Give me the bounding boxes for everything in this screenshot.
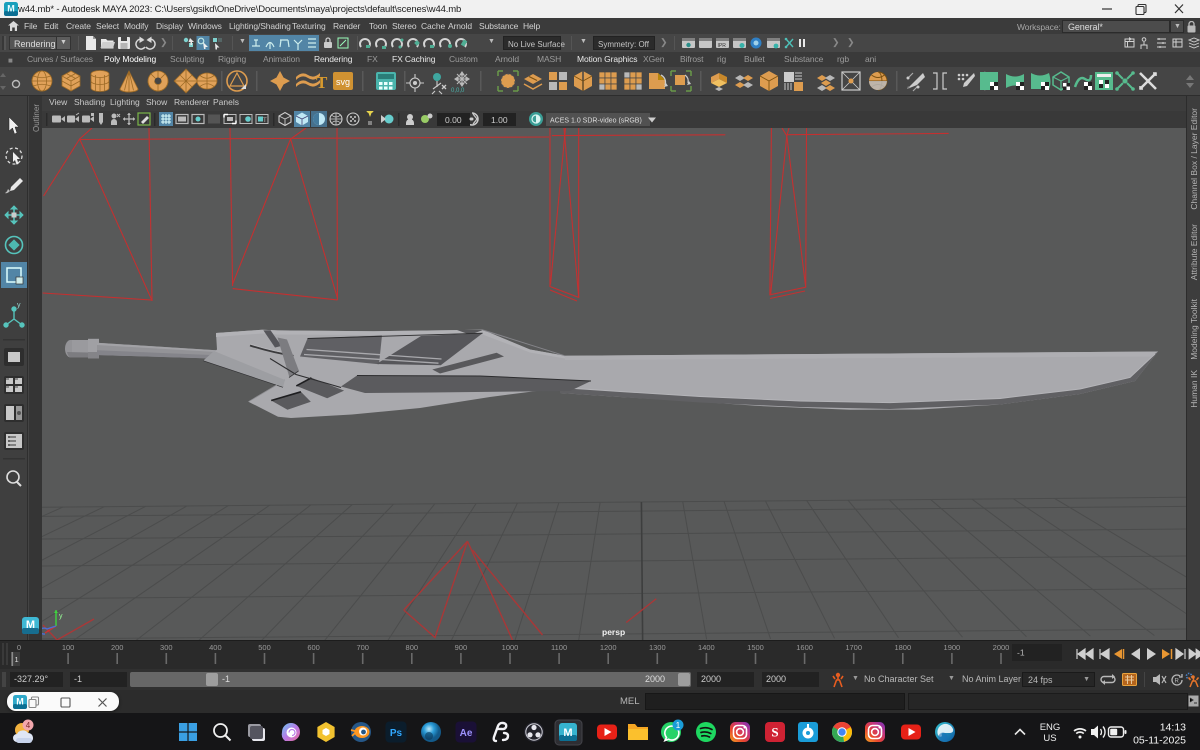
svg-text:300: 300 (160, 643, 173, 652)
svg-text:0,0,0: 0,0,0 (451, 88, 465, 94)
svg-text:persp: persp (602, 627, 625, 637)
svg-text:1800: 1800 (894, 643, 911, 652)
svg-text:IPR: IPR (718, 43, 727, 49)
svg-text:0.00: 0.00 (445, 115, 462, 125)
svg-text:1.00: 1.00 (491, 115, 508, 125)
svg-text:800: 800 (406, 643, 419, 652)
svg-text:svg: svg (336, 77, 350, 87)
svg-text:M: M (16, 696, 24, 706)
svg-text:1700: 1700 (845, 643, 862, 652)
svg-text:y: y (59, 613, 63, 620)
svg-text:y: y (17, 302, 21, 309)
svg-text:ENG: ENG (1040, 722, 1061, 733)
svg-text:1: 1 (15, 655, 19, 664)
svg-text:1500: 1500 (747, 643, 764, 652)
svg-text:1100: 1100 (551, 643, 567, 652)
svg-text:700: 700 (356, 643, 369, 652)
svg-text:M: M (26, 619, 35, 631)
svg-text:US: US (1043, 733, 1056, 744)
svg-text:4: 4 (26, 721, 31, 730)
svg-text:600: 600 (307, 643, 320, 652)
svg-text:200: 200 (111, 643, 124, 652)
svg-text:14:13: 14:13 (1160, 722, 1186, 734)
svg-text:ACES 1.0 SDR-video (sRGB): ACES 1.0 SDR-video (sRGB) (550, 118, 642, 125)
svg-text:R: R (1175, 679, 1180, 685)
svg-text:400: 400 (209, 643, 222, 652)
svg-text:1900: 1900 (944, 643, 961, 652)
svg-text:0: 0 (17, 643, 21, 652)
svg-text:100: 100 (62, 643, 75, 652)
svg-text:M: M (563, 727, 572, 739)
svg-text:500: 500 (258, 643, 271, 652)
svg-text:2000: 2000 (993, 643, 1010, 652)
svg-text:T: T (316, 73, 328, 92)
svg-text:900: 900 (455, 643, 468, 652)
svg-text:1000: 1000 (502, 643, 519, 652)
svg-text:1400: 1400 (698, 643, 715, 652)
svg-text:M: M (7, 4, 15, 14)
svg-text:T: T (263, 118, 267, 124)
svg-text:-1: -1 (1017, 648, 1025, 658)
svg-text:1600: 1600 (796, 643, 813, 652)
svg-text:S: S (771, 725, 778, 740)
svg-text:Ae: Ae (460, 728, 473, 739)
svg-text:1: 1 (676, 721, 681, 730)
svg-text:1200: 1200 (600, 643, 617, 652)
svg-text:1300: 1300 (649, 643, 666, 652)
svg-text:Ps: Ps (390, 728, 403, 739)
svg-text:05-11-2025: 05-11-2025 (1133, 735, 1186, 747)
